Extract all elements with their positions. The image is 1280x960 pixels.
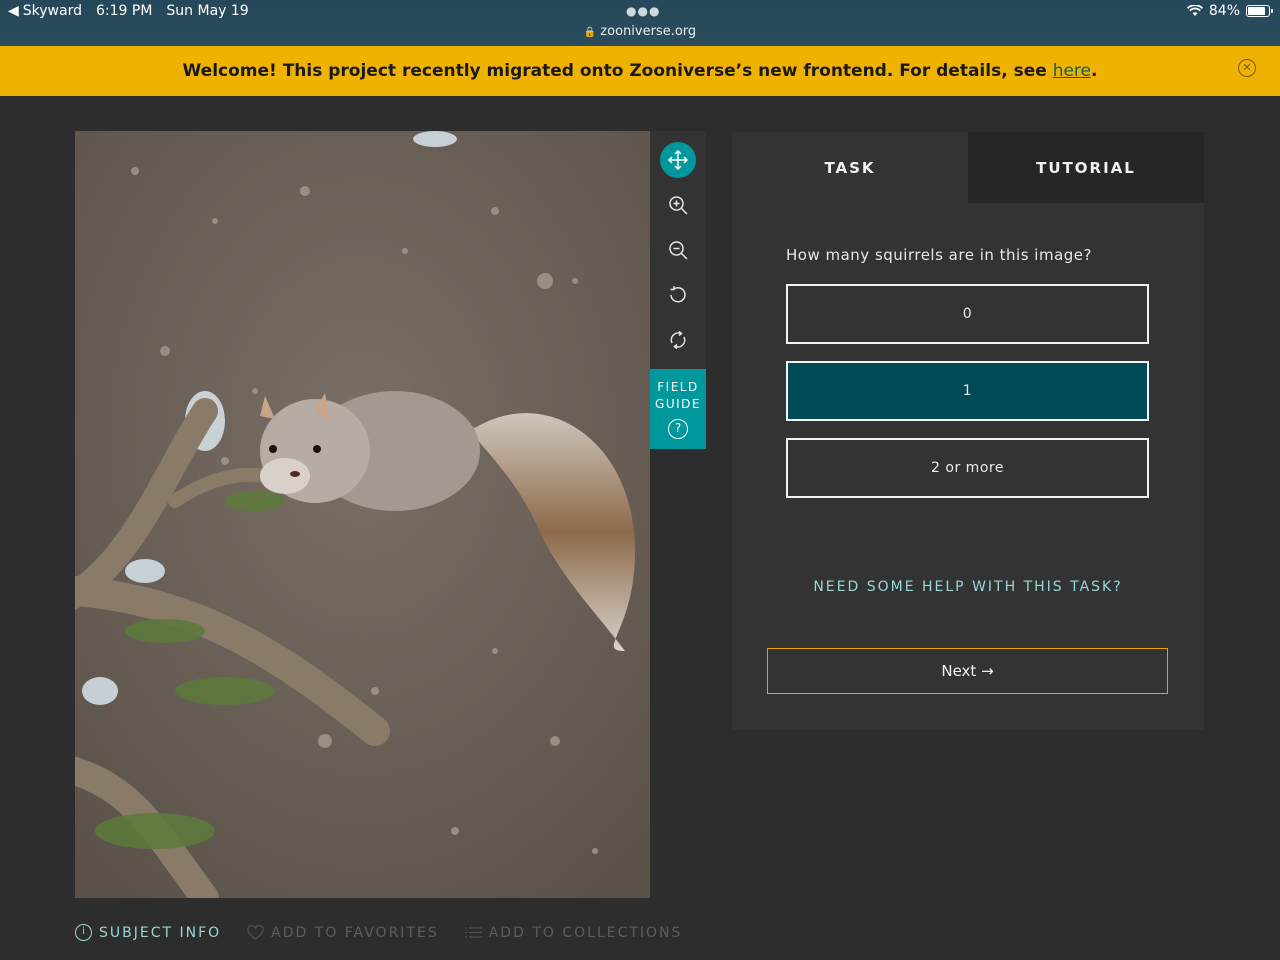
zoom-in-button[interactable] <box>660 187 696 223</box>
subject-image[interactable] <box>75 131 650 898</box>
rotate-button[interactable] <box>660 277 696 313</box>
task-question: How many squirrels are in this image? <box>786 246 1092 264</box>
zoom-out-icon <box>669 241 688 260</box>
status-left: ◀ Skyward 6:19 PM Sun May 19 <box>8 3 249 19</box>
answer-option-1[interactable]: 1 <box>786 361 1149 421</box>
heart-icon <box>247 925 264 940</box>
add-to-favorites-button[interactable]: ADD TO FAVORITES <box>247 925 439 941</box>
move-tool-button[interactable] <box>660 142 696 178</box>
banner-here-link[interactable]: here <box>1053 61 1091 81</box>
tab-task[interactable]: TASK <box>732 132 968 203</box>
migration-banner: Welcome! This project recently migrated … <box>0 46 1280 96</box>
status-date: Sun May 19 <box>166 3 249 19</box>
favorites-label: ADD TO FAVORITES <box>271 924 439 941</box>
field-guide-button[interactable]: FIELD GUIDE ? <box>650 369 706 449</box>
reset-button[interactable] <box>660 322 696 358</box>
answer-label: 1 <box>962 383 973 399</box>
wifi-icon <box>1186 5 1203 16</box>
task-panel: TASK TUTORIAL How many squirrels are in … <box>732 132 1204 730</box>
url-text: zooniverse.org <box>600 24 697 39</box>
task-help-link[interactable]: NEED SOME HELP WITH THIS TASK? <box>732 579 1204 595</box>
back-arrow-icon: ◀ <box>8 3 19 19</box>
answer-option-0[interactable]: 0 <box>786 284 1149 344</box>
banner-suffix: . <box>1091 61 1098 81</box>
add-to-collections-button[interactable]: ADD TO COLLECTIONS <box>464 924 683 941</box>
battery-percent: 84% <box>1208 3 1240 19</box>
answer-label: 0 <box>962 306 973 322</box>
back-to-app[interactable]: ◀ Skyward <box>8 3 82 19</box>
rotate-icon <box>670 286 686 303</box>
panel-tabs: TASK TUTORIAL <box>732 132 1204 203</box>
list-icon <box>464 927 482 938</box>
banner-message: Welcome! This project recently migrated … <box>182 61 1053 81</box>
zoom-in-icon <box>669 196 688 215</box>
squirrel-photo <box>75 131 650 898</box>
battery-fill <box>1248 7 1265 15</box>
reset-icon <box>670 330 686 350</box>
field-guide-line1: FIELD <box>657 380 699 394</box>
battery-icon <box>1246 5 1273 17</box>
answer-label: 2 or more <box>931 460 1004 476</box>
back-app-label: Skyward <box>22 3 82 19</box>
subject-meta-bar: i SUBJECT INFO ADD TO FAVORITES ADD TO C… <box>75 924 682 941</box>
subject-info-label: SUBJECT INFO <box>99 924 222 941</box>
answer-option-2-or-more[interactable]: 2 or more <box>786 438 1149 498</box>
subject-info-button[interactable]: i SUBJECT INFO <box>75 924 221 941</box>
collections-label: ADD TO COLLECTIONS <box>488 924 683 941</box>
lock-icon: 🔒 <box>583 27 597 38</box>
zoom-out-button[interactable] <box>660 232 696 268</box>
url-bar[interactable]: 🔒 zooniverse.org <box>0 24 1280 39</box>
tab-tutorial[interactable]: TUTORIAL <box>968 132 1204 203</box>
banner-text: Welcome! This project recently migrated … <box>183 61 1098 81</box>
info-icon: i <box>75 924 92 941</box>
status-time: 6:19 PM <box>96 3 153 19</box>
help-circle-icon: ? <box>668 419 688 439</box>
multitask-dots-icon[interactable]: ●●● <box>626 4 660 18</box>
ios-status-bar: ◀ Skyward 6:19 PM Sun May 19 ●●● 🔒 zooniv… <box>0 0 1280 46</box>
next-button[interactable]: Next → <box>767 648 1168 694</box>
move-icon <box>668 150 688 170</box>
status-right: 84% <box>1186 3 1273 19</box>
field-guide-line2: GUIDE <box>655 397 701 411</box>
close-icon[interactable]: ✕ <box>1238 59 1256 77</box>
